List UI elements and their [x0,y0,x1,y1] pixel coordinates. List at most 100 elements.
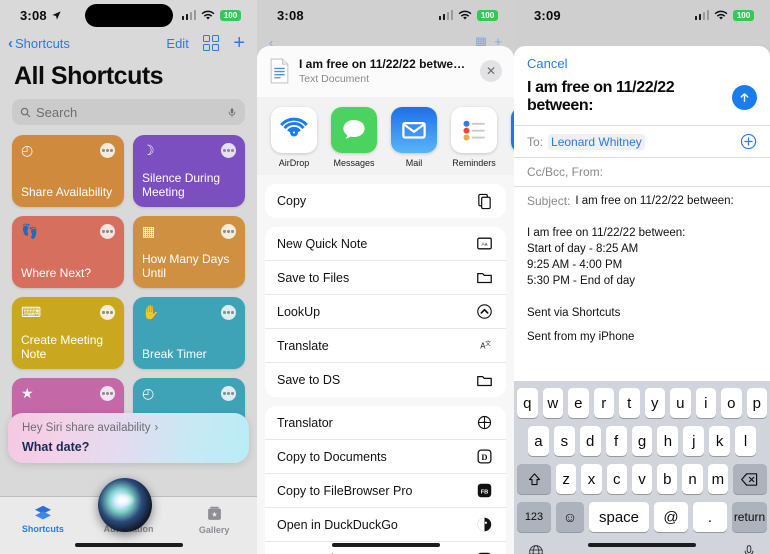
key-h[interactable]: h [657,426,679,456]
shortcut-more-button[interactable] [100,143,115,158]
key-g[interactable]: g [631,426,653,456]
share-sheet: I am free on 11/22/22 between: Text Docu… [257,46,514,554]
siri-orb[interactable] [98,478,152,532]
folder-icon [474,268,494,288]
wifi-icon [201,10,215,19]
key-x[interactable]: x [581,464,602,494]
emoji-smiley-icon[interactable]: ☺ [556,502,584,532]
shortcut-tile[interactable]: ◴ Share Availability [12,135,124,207]
key-v[interactable]: v [631,464,653,494]
key-n[interactable]: n [682,464,703,494]
ccbcc-field[interactable]: Cc/Bcc, From: [514,157,770,186]
at-key[interactable]: @ [654,502,688,532]
add-contact-icon[interactable] [740,133,757,150]
key-w[interactable]: w [542,388,563,418]
key-y[interactable]: y [644,388,665,418]
siri-orb-sheen [114,493,136,508]
status-indicators: 100 [438,9,498,21]
message-body[interactable]: I am free on 11/22/22 between: Start of … [514,215,770,321]
chevron-right-icon[interactable]: › [154,422,158,434]
shortcut-more-button[interactable] [100,224,115,239]
edit-button[interactable]: Edit [166,36,188,51]
key-k[interactable]: k [709,426,731,456]
shortcut-more-button[interactable] [221,305,236,320]
share-action-row[interactable]: Save to DS [265,363,506,397]
shortcut-more-button[interactable] [100,305,115,320]
key-s[interactable]: s [553,426,575,456]
key-t[interactable]: t [619,388,640,418]
tab-shortcuts[interactable]: Shortcuts [0,505,86,534]
filebrowser-fb-icon: FB [474,481,494,501]
period-key[interactable]: . [693,502,727,532]
key-b[interactable]: b [657,464,678,494]
moon-icon: ☽ [142,142,155,158]
key-r[interactable]: r [593,388,614,418]
keyboard-row-4: 123 ☺ space @. return [514,502,770,532]
key-m[interactable]: m [707,464,728,494]
key-a[interactable]: a [528,426,549,456]
space-key[interactable]: space [589,502,649,532]
shortcut-tile[interactable]: ⌨ Create Meeting Note [12,297,124,369]
return-key[interactable]: return [732,502,767,532]
grid-view-icon[interactable] [202,34,220,52]
microphone-icon[interactable] [742,543,756,554]
home-indicator [588,543,696,547]
share-action-row[interactable]: New Quick Note Aa [265,227,506,261]
key-f[interactable]: f [605,426,627,456]
subject-field[interactable]: Subject: I am free on 11/22/22 between: [514,186,770,215]
key-i[interactable]: i [695,388,716,418]
backspace-icon[interactable] [732,464,767,494]
microphone-icon[interactable] [227,106,237,119]
svg-text:D: D [481,452,487,462]
share-action-row[interactable]: Translate A 文 [265,329,506,363]
back-button[interactable]: ‹ Shortcuts [8,36,70,51]
share-action-row[interactable]: LookUp [265,295,506,329]
share-action-row[interactable]: Copy to FileBrowser Pro FB [265,474,506,508]
key-u[interactable]: u [670,388,691,418]
shortcut-more-button[interactable] [100,386,115,401]
share-app-reminders[interactable]: Reminders [451,107,497,168]
shortcut-tile-label: Share Availability [21,185,113,199]
shortcut-tile[interactable]: ▦ How Many Days Until [133,216,245,288]
shortcut-tile[interactable]: ✋ Break Timer [133,297,245,369]
key-j[interactable]: j [683,426,705,456]
share-action-row[interactable]: Save to Files [265,261,506,295]
shortcut-more-button[interactable] [221,143,236,158]
shortcut-tile[interactable]: ☽ Silence During Meeting [133,135,245,207]
search-input[interactable]: Search [12,99,245,125]
numbers-key[interactable]: 123 [517,502,551,532]
key-z[interactable]: z [556,464,577,494]
share-app-messages[interactable]: Messages [331,107,377,168]
key-p[interactable]: p [746,388,767,418]
send-button[interactable] [732,84,757,110]
key-o[interactable]: o [721,388,742,418]
shortcuts-stack-icon [34,505,51,520]
to-field[interactable]: To: Leonard Whitney [514,125,770,157]
message-signature[interactable]: Sent from my iPhone [514,321,770,343]
globe-icon[interactable] [528,544,544,554]
subject-value: I am free on 11/22/22 between: [575,195,734,207]
share-action-row[interactable]: Translator [265,406,506,440]
key-q[interactable]: q [517,388,538,418]
plus-icon[interactable]: + [233,33,245,53]
share-app-mail[interactable]: Mail [391,107,437,168]
key-l[interactable]: l [735,426,757,456]
star-icon: ★ [21,385,34,401]
key-d[interactable]: d [579,426,601,456]
shortcut-tile-label: How Many Days Until [142,252,230,280]
key-c[interactable]: c [606,464,627,494]
shortcut-tile[interactable]: 👣 Where Next? [12,216,124,288]
shortcut-more-button[interactable] [221,224,236,239]
share-action-row[interactable]: Copy to Documents D [265,440,506,474]
cancel-button[interactable]: Cancel [514,46,770,75]
tab-gallery[interactable]: Gallery [171,505,257,535]
shift-up-icon[interactable] [517,464,552,494]
share-app-airdrop[interactable]: AirDrop [271,107,317,168]
share-action-row[interactable]: Copy [265,184,506,218]
share-action-row[interactable]: Open in DuckDuckGo [265,508,506,542]
key-e[interactable]: e [568,388,589,418]
close-icon[interactable]: ✕ [480,60,502,82]
shortcut-more-button[interactable] [221,386,236,401]
recipient-chip[interactable]: Leonard Whitney [548,133,645,150]
siri-response-card[interactable]: Hey Siri share availability › What date? [8,413,249,463]
